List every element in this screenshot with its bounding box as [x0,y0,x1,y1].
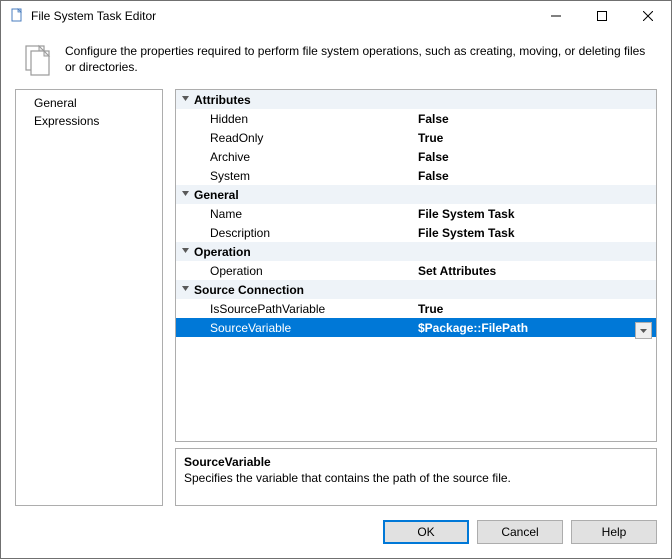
prop-value[interactable]: $Package::FilePath [412,321,656,335]
category-source-connection[interactable]: Source Connection [176,280,656,299]
prop-operation[interactable]: Operation Set Attributes [176,261,656,280]
prop-value[interactable]: True [412,302,656,316]
prop-value[interactable]: File System Task [412,207,656,221]
prop-label: Operation [192,264,412,278]
prop-description[interactable]: Description File System Task [176,223,656,242]
property-rows: Attributes Hidden False ReadOnly True [176,90,656,441]
expand-icon[interactable] [176,246,192,258]
category-label: Operation [192,245,412,259]
dialog-body: General Expressions Attributes Hidden [1,89,671,506]
window-title: File System Task Editor [31,9,533,23]
prop-label: IsSourcePathVariable [192,302,412,316]
category-label: Source Connection [192,283,412,297]
dropdown-button[interactable] [635,322,652,339]
app-icon [9,8,25,24]
help-button[interactable]: Help [571,520,657,544]
minimize-button[interactable] [533,1,579,31]
intro-text: Configure the properties required to per… [65,41,655,75]
category-label: Attributes [192,93,412,107]
prop-label: Description [192,226,412,240]
prop-label: System [192,169,412,183]
sidebar-item-expressions[interactable]: Expressions [16,112,162,130]
prop-issourcepathvariable[interactable]: IsSourcePathVariable True [176,299,656,318]
titlebar: File System Task Editor [1,1,671,31]
prop-value[interactable]: File System Task [412,226,656,240]
expand-icon[interactable] [176,94,192,106]
description-pane: SourceVariable Specifies the variable th… [175,448,657,506]
prop-label: ReadOnly [192,131,412,145]
description-text: Specifies the variable that contains the… [184,471,648,485]
prop-value[interactable]: True [412,131,656,145]
cancel-button[interactable]: Cancel [477,520,563,544]
property-grid: Attributes Hidden False ReadOnly True [175,89,657,442]
close-button[interactable] [625,1,671,31]
prop-system[interactable]: System False [176,166,656,185]
prop-value[interactable]: Set Attributes [412,264,656,278]
category-general[interactable]: General [176,185,656,204]
expand-icon[interactable] [176,284,192,296]
prop-label: Name [192,207,412,221]
category-label: General [192,188,412,202]
category-operation[interactable]: Operation [176,242,656,261]
prop-sourcevariable[interactable]: SourceVariable $Package::FilePath [176,318,656,337]
maximize-button[interactable] [579,1,625,31]
prop-value-text: $Package::FilePath [418,321,528,335]
prop-readonly[interactable]: ReadOnly True [176,128,656,147]
description-title: SourceVariable [184,455,648,469]
prop-value[interactable]: False [412,169,656,183]
category-attributes[interactable]: Attributes [176,90,656,109]
dialog-footer: OK Cancel Help [1,506,671,558]
prop-label: SourceVariable [192,321,412,335]
prop-archive[interactable]: Archive False [176,147,656,166]
sidebar-item-general[interactable]: General [16,94,162,112]
intro-section: Configure the properties required to per… [1,31,671,89]
main-panel: Attributes Hidden False ReadOnly True [175,89,657,506]
prop-value[interactable]: False [412,150,656,164]
prop-hidden[interactable]: Hidden False [176,109,656,128]
window-buttons [533,1,671,31]
prop-label: Hidden [192,112,412,126]
prop-value[interactable]: False [412,112,656,126]
task-icon [21,43,55,77]
prop-name[interactable]: Name File System Task [176,204,656,223]
sidebar: General Expressions [15,89,163,506]
expand-icon[interactable] [176,189,192,201]
dialog-window: File System Task Editor Configure the pr… [0,0,672,559]
prop-label: Archive [192,150,412,164]
ok-button[interactable]: OK [383,520,469,544]
